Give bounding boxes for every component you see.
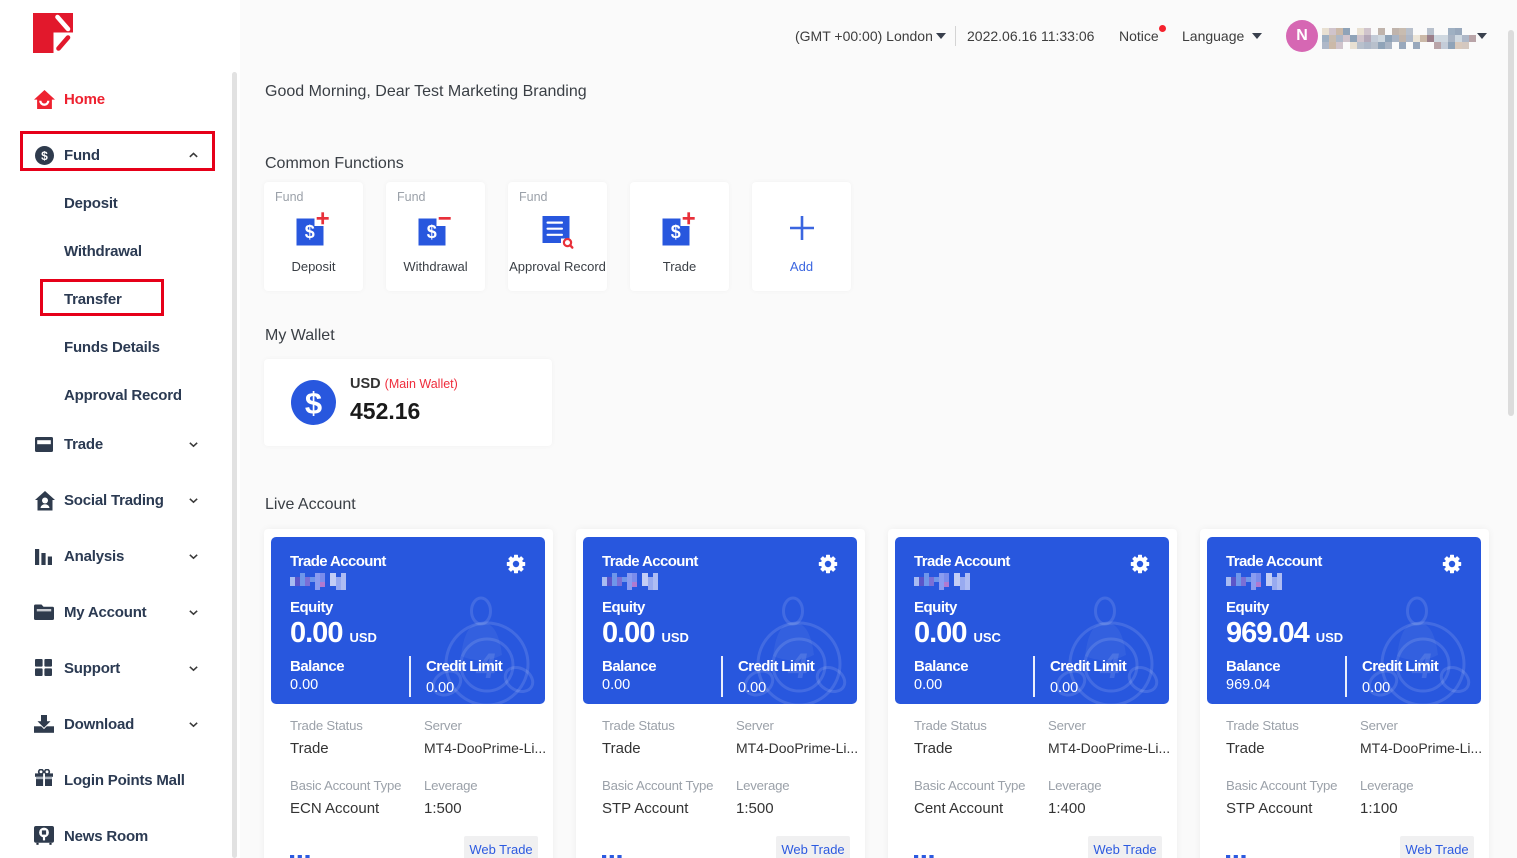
svg-text:$: $ — [670, 222, 680, 242]
svg-text:$: $ — [305, 386, 322, 421]
svg-text:$: $ — [426, 222, 436, 242]
svg-text:$: $ — [41, 149, 48, 163]
svg-text:$: $ — [304, 222, 314, 242]
